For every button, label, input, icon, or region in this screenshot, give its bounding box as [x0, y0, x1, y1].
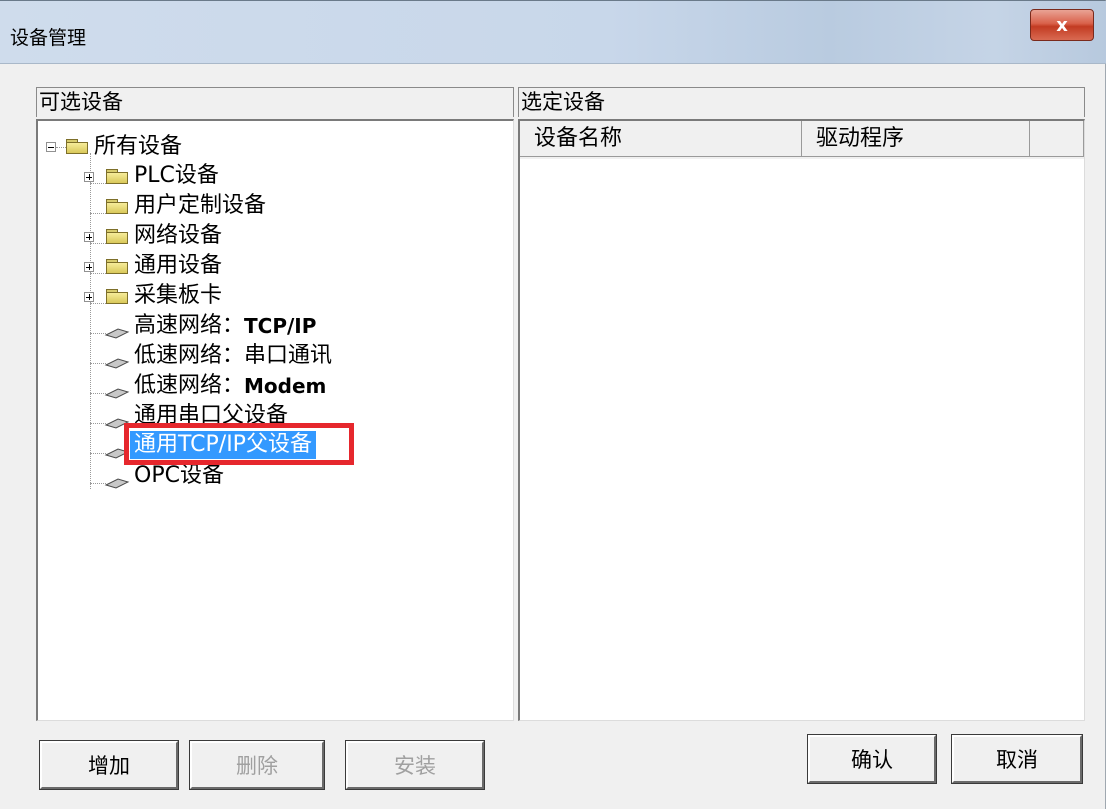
expand-icon[interactable]	[84, 262, 94, 272]
device-chip-icon	[104, 388, 130, 399]
add-button[interactable]: 增加	[39, 740, 179, 790]
device-chip-icon	[104, 358, 130, 369]
tree-item-lowspeed-serial[interactable]: 低速网络： 串口通讯	[134, 341, 332, 371]
folder-icon	[106, 199, 128, 214]
expand-icon[interactable]	[84, 232, 94, 242]
highlight-box	[124, 423, 354, 465]
collapse-icon[interactable]	[46, 142, 56, 152]
folder-icon	[106, 289, 128, 304]
window-title: 设备管理	[10, 27, 87, 49]
tree-line	[90, 153, 91, 489]
folder-icon	[106, 259, 128, 274]
ok-button[interactable]: 确认	[807, 734, 937, 784]
close-button[interactable]: x	[1030, 9, 1094, 41]
title-bar[interactable]: 设备管理 x	[0, 1, 1106, 64]
column-device-name[interactable]: 设备名称	[520, 121, 802, 157]
list-header: 设备名称 驱动程序	[520, 121, 1084, 159]
tree-line	[56, 147, 66, 148]
delete-button[interactable]: 删除	[189, 740, 325, 790]
device-manager-window: 设备管理 x 可选设备 选定设备 所有设备 PLC设备 用户定制设备 网络设备 …	[0, 0, 1106, 809]
tree-item-highspeed-network[interactable]: 高速网络： TCP/IP	[134, 311, 316, 341]
column-extra[interactable]	[1030, 121, 1084, 157]
tree-item-opc[interactable]: OPC设备	[134, 461, 224, 491]
cancel-button[interactable]: 取消	[951, 734, 1083, 784]
tree-item-acquisition-boards[interactable]: 采集板卡	[134, 281, 222, 311]
tree-root-all-devices[interactable]: 所有设备	[94, 132, 182, 162]
expand-icon[interactable]	[84, 292, 94, 302]
folder-icon	[106, 169, 128, 184]
folder-icon	[106, 229, 128, 244]
install-button[interactable]: 安装	[345, 740, 485, 790]
tree-item-network-devices[interactable]: 网络设备	[134, 221, 222, 251]
tree-item-general-devices[interactable]: 通用设备	[134, 251, 222, 281]
selected-devices-label: 选定设备	[518, 87, 1085, 117]
available-devices-label: 可选设备	[36, 87, 514, 117]
column-driver[interactable]: 驱动程序	[802, 121, 1030, 157]
expand-icon[interactable]	[84, 172, 94, 182]
device-chip-icon	[104, 478, 130, 489]
tree-item-plc[interactable]: PLC设备	[134, 161, 219, 191]
selected-devices-list[interactable]: 设备名称 驱动程序	[518, 119, 1085, 721]
device-tree[interactable]: 所有设备 PLC设备 用户定制设备 网络设备 通用设备 采集板卡 高速网络： T…	[36, 119, 514, 721]
tree-item-custom-devices[interactable]: 用户定制设备	[134, 191, 266, 221]
tree-item-lowspeed-modem[interactable]: 低速网络： Modem	[134, 371, 326, 401]
folder-open-icon	[66, 139, 88, 154]
close-icon: x	[1056, 14, 1068, 36]
device-chip-icon	[104, 328, 130, 339]
